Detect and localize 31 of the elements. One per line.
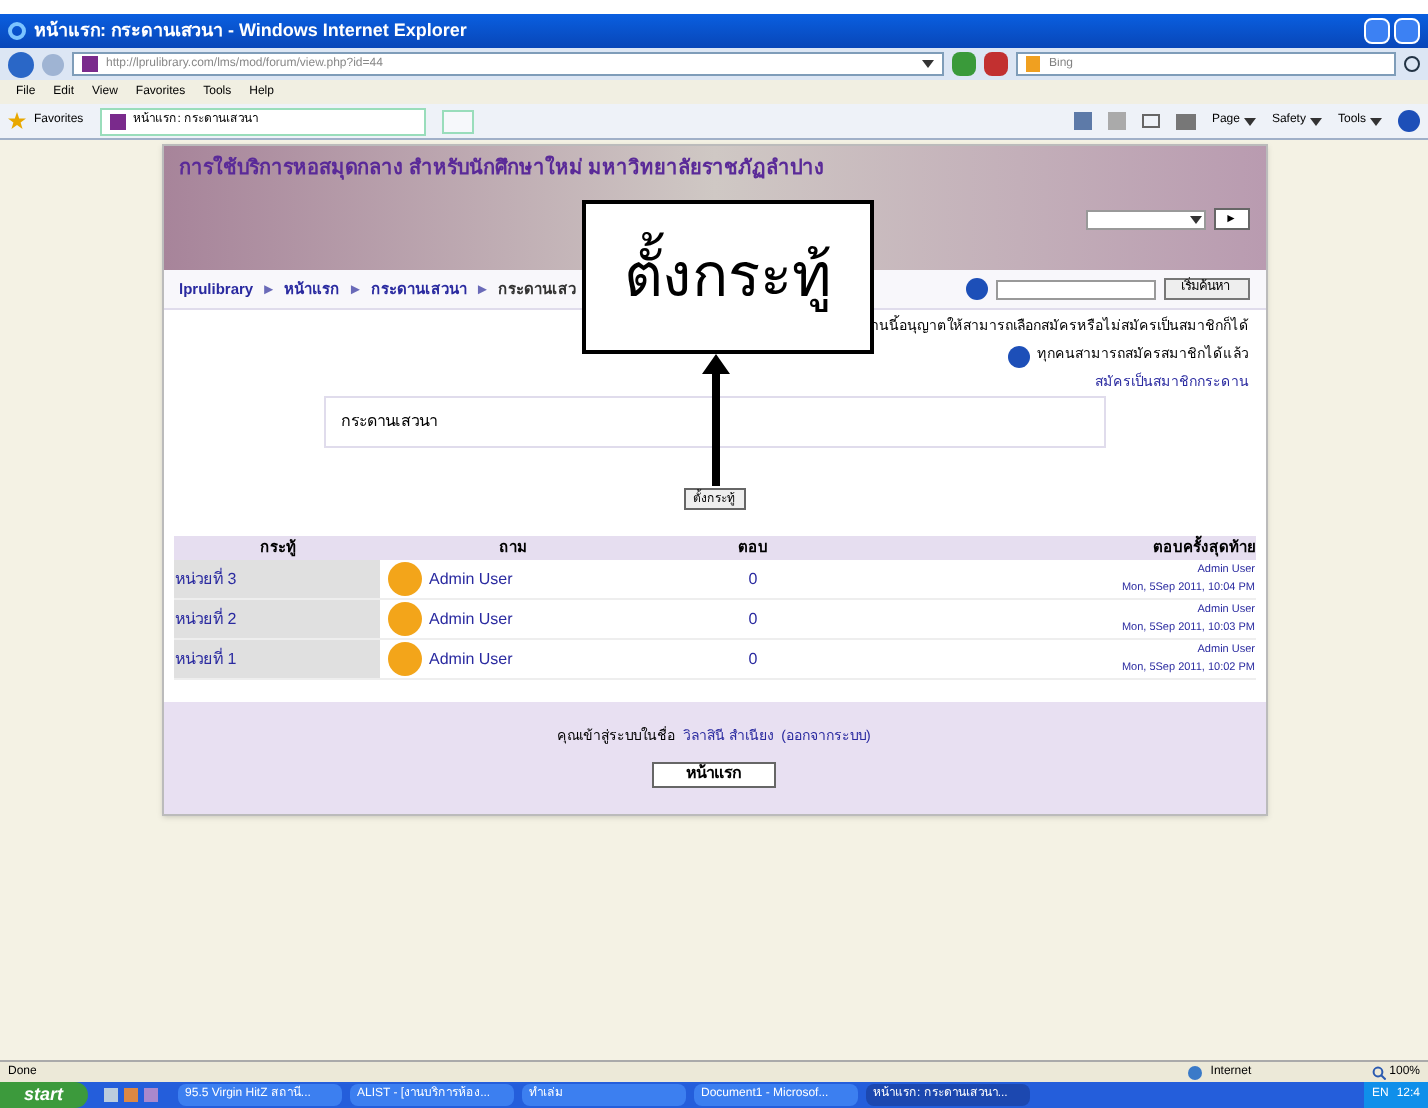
minimize-button[interactable] <box>1364 18 1390 44</box>
topic-link[interactable]: หน่วยที่ 1 <box>175 647 237 671</box>
dropdown-caret-icon[interactable] <box>1189 215 1201 223</box>
home-button[interactable]: หน้าแรก <box>652 761 776 788</box>
dropdown-caret-icon[interactable] <box>922 60 934 68</box>
replies-link[interactable]: 0 <box>748 607 758 631</box>
back-button[interactable] <box>8 51 34 77</box>
maximize-button[interactable] <box>1394 18 1420 44</box>
site-title: การใช้บริการหอสมุดกลาง สำหรับนักศึกษาใหม่ มหาวิทยาลัยราชภัฏลำปาง <box>179 154 827 184</box>
window-title: หน้าแรก: กระดานเสวนา - Windows Internet Explorer <box>34 17 467 44</box>
topic-link[interactable]: หน่วยที่ 3 <box>175 567 237 591</box>
intro-text: กระดานเสวนา <box>341 410 437 434</box>
avatar-icon <box>387 642 421 676</box>
start-button[interactable]: start <box>0 1082 88 1108</box>
author-link[interactable]: Admin User <box>429 647 513 671</box>
replies-link[interactable]: 0 <box>748 647 758 671</box>
dropdown-caret-icon[interactable] <box>1243 117 1256 125</box>
star-icon <box>8 112 26 130</box>
author-link[interactable]: Admin User <box>429 567 513 591</box>
replies-link[interactable]: 0 <box>748 567 758 591</box>
topic-link[interactable]: หน่วยที่ 2 <box>175 607 237 631</box>
refresh-button[interactable] <box>952 52 976 76</box>
dropdown-caret-icon[interactable] <box>1309 117 1322 125</box>
stop-button[interactable] <box>984 52 1008 76</box>
forum-search-field[interactable] <box>995 279 1155 299</box>
dropdown-caret-icon[interactable] <box>1370 117 1382 125</box>
avatar-icon <box>387 562 421 596</box>
author-link[interactable]: Admin User <box>429 607 513 631</box>
callout-text: ตั้งกระทู้ <box>624 232 832 322</box>
magnifier-icon <box>1371 1065 1386 1079</box>
avatar-icon <box>387 602 421 636</box>
